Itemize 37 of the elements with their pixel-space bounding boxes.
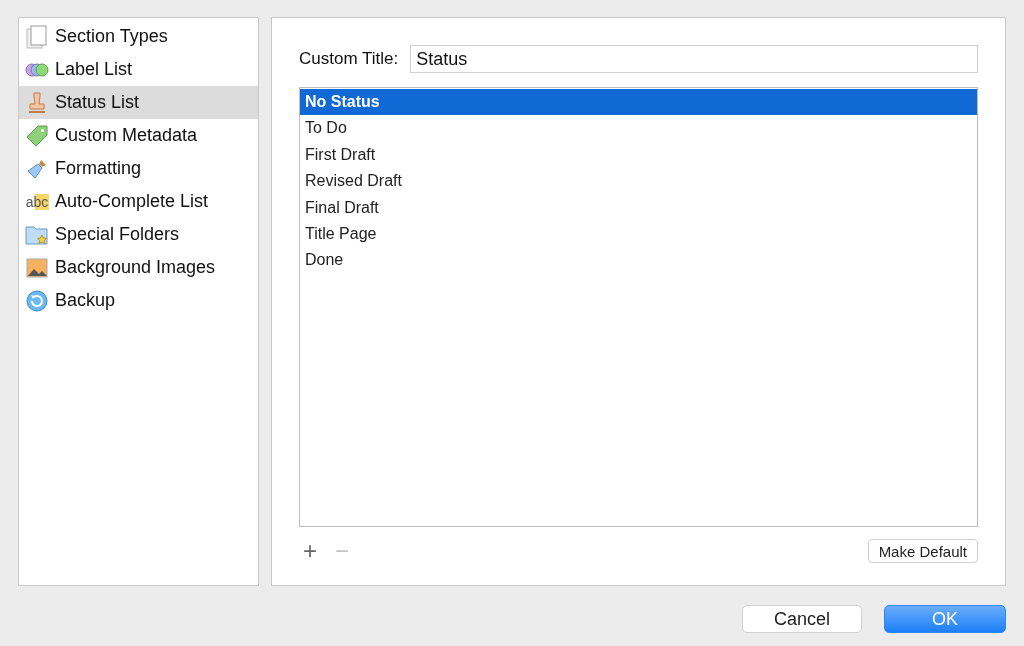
sidebar-item-label: Status List [55,92,140,113]
cancel-button[interactable]: Cancel [742,605,862,633]
folder-star-icon [25,223,49,246]
custom-title-field[interactable]: Status [410,45,978,73]
sidebar-item-label: Label List [55,59,133,80]
status-row[interactable]: No Status [300,89,977,116]
sidebar-item-label: Formatting [55,158,142,179]
status-row[interactable]: Title Page [300,220,977,248]
status-row[interactable]: Final Draft [300,194,977,221]
circles-icon [25,62,49,77]
paintbrush-icon [26,157,48,180]
status-row[interactable]: Done [300,247,977,274]
field-label: Custom Title: [299,49,399,69]
sidebar-item[interactable]: Custom Metadata [19,119,258,152]
sidebar-item-label: Background Images [55,257,216,278]
status-row[interactable]: First Draft [300,141,977,169]
stamp-icon [27,90,47,115]
tag-icon [26,124,48,147]
sidebar-item[interactable]: Label List [19,53,258,86]
make-default-button[interactable]: Make Default [867,539,978,563]
sidebar-item-label: Backup [55,290,116,311]
status-row[interactable]: To Do [300,115,977,142]
sidebar-item[interactable]: Background Images [19,251,258,284]
sidebar-item-label: Custom Metadata [55,125,198,146]
sidebar-item-label: Section Types [55,26,168,47]
sidebar-item[interactable]: Formatting [19,152,258,185]
sidebar-item[interactable]: Backup [19,284,258,317]
sidebar-item[interactable]: Special Folders [19,218,258,251]
sidebar-item[interactable]: Section Types [19,20,258,53]
sidebar-item[interactable]: Status List [19,86,258,119]
status-row[interactable]: Revised Draft [300,168,977,195]
image-icon [26,257,48,278]
sidebar-item-label: Special Folders [55,224,180,245]
add-button[interactable]: + [299,539,321,563]
backup-icon [26,289,48,312]
sidebar-item-label: Auto-Complete List [55,191,209,212]
pages-icon [26,24,48,49]
